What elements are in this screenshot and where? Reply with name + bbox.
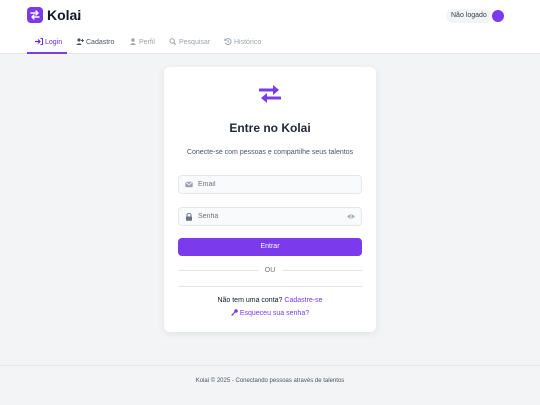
page-title: Entre no Kolai [229, 121, 311, 135]
login-status-badge: Não logado [446, 9, 492, 23]
footer-text: Kolai © 2025 - Conectando pessoas atravé… [195, 378, 345, 384]
tab-historico-label: Histórico [234, 39, 262, 46]
tab-cadastro-label: Cadastro [86, 39, 115, 46]
page-subtitle: Conecte-se com pessoas e compartilhe seu… [186, 149, 354, 156]
section-separator [178, 286, 362, 287]
search-icon [169, 38, 177, 45]
tab-cadastro[interactable]: Cadastro [76, 32, 114, 54]
envelope-icon [185, 181, 193, 188]
app-header: Kolai . Não logado [0, 0, 540, 32]
tab-login[interactable]: Login [27, 32, 67, 54]
email-input[interactable] [198, 176, 348, 193]
forgot-password-link[interactable]: Esqueceu sua senha? [164, 309, 376, 317]
eye-icon[interactable] [347, 213, 355, 220]
tab-perfil-label: Perfil [139, 39, 155, 46]
main-nav: Login Cadastro Perfil Pesquisar Históric… [0, 32, 540, 54]
password-field[interactable] [178, 207, 362, 226]
theme-toggle-icon[interactable] [492, 10, 504, 22]
divider-text: OU [258, 266, 282, 275]
signup-prompt: Não tem uma conta? Cadastre-se [164, 297, 376, 304]
tab-pesquisar[interactable]: Pesquisar [169, 32, 210, 54]
swap-arrows-icon[interactable] [27, 7, 43, 23]
brand-dot: . [77, 7, 81, 23]
tab-login-label: Login [45, 39, 63, 46]
signup-link[interactable]: Cadastre-se [284, 297, 322, 304]
tab-perfil[interactable]: Perfil [129, 32, 155, 54]
login-button[interactable]: Entrar [178, 238, 362, 256]
forgot-password-label: Esqueceu sua senha? [239, 310, 310, 317]
password-input[interactable] [198, 208, 348, 225]
key-icon [231, 309, 238, 316]
sign-in-icon [35, 38, 43, 45]
history-icon [224, 38, 232, 45]
user-icon [129, 38, 137, 45]
lock-icon [186, 213, 192, 221]
user-plus-icon [76, 38, 84, 45]
signup-prompt-text: Não tem uma conta? [217, 297, 283, 304]
page-footer: Kolai © 2025 - Conectando pessoas atravé… [0, 365, 540, 405]
login-card: Entre no Kolai Conecte-se com pessoas e … [164, 67, 376, 332]
email-field[interactable] [178, 175, 362, 194]
swap-arrows-icon [259, 85, 281, 103]
tab-historico[interactable]: Histórico [224, 32, 261, 54]
tab-pesquisar-label: Pesquisar [179, 39, 211, 46]
